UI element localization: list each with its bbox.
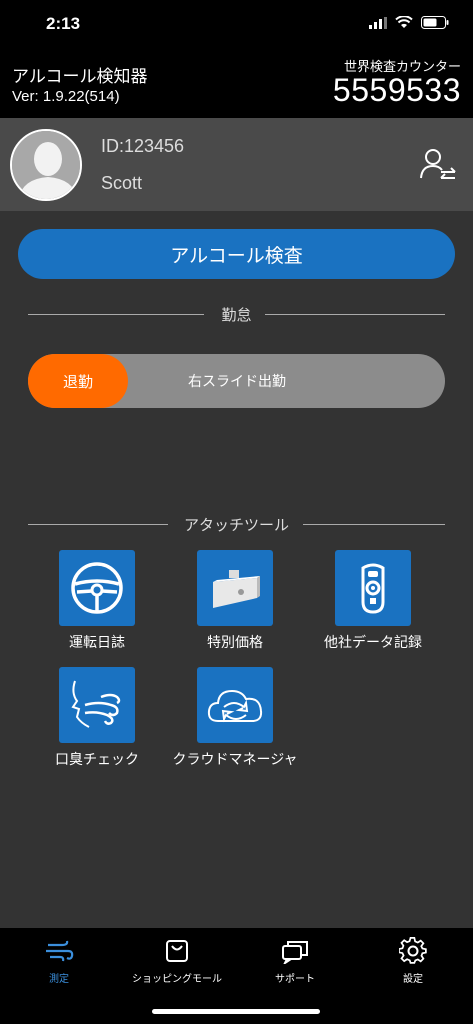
slide-hint: 右スライド出勤 — [188, 374, 286, 390]
tool-label: 他社データ記録 — [324, 635, 422, 651]
tab-bar: 測定 ショッピングモール サポート 設定 — [0, 928, 473, 1024]
tools-divider: アタッチツール — [28, 514, 445, 534]
user-bar: ID:123456 Scott — [0, 118, 473, 211]
tab-shopping-mall[interactable]: ショッピングモール — [118, 936, 236, 985]
app-header: アルコール検知器 Ver: 1.9.22(514) 世界検査カウンター 5559… — [0, 50, 473, 118]
attendance-divider: 勤怠 — [28, 304, 445, 324]
main-content: アルコール検査 勤怠 右スライド出勤 退勤 アタッチツール 運転日誌 特別価格 … — [0, 211, 473, 928]
user-name: Scott — [101, 173, 143, 193]
tool-label: 運転日誌 — [69, 635, 125, 651]
shopping-bag-icon — [166, 940, 188, 962]
status-bar: 2:13 — [0, 0, 473, 50]
breath-icon — [71, 680, 121, 728]
tab-measure[interactable]: 測定 — [0, 936, 118, 985]
tool-driving-log[interactable]: 運転日誌 — [32, 550, 162, 652]
device-icon — [213, 570, 260, 608]
world-counter-value: 5559533 — [332, 72, 461, 108]
tool-label: クラウドマネージャ — [172, 752, 298, 768]
switch-user-icon — [420, 149, 456, 179]
signal-icon — [369, 16, 387, 29]
steering-wheel-icon — [71, 562, 123, 614]
tab-label: ショッピングモール — [132, 974, 222, 985]
wifi-icon — [395, 16, 413, 28]
tool-cloud-manager[interactable]: クラウドマネージャ — [170, 667, 300, 769]
attendance-slider[interactable]: 右スライド出勤 退勤 — [28, 354, 445, 408]
tab-label: 設定 — [403, 974, 423, 985]
tool-special-price[interactable]: 特別価格 — [170, 550, 300, 652]
slider-knob[interactable]: 退勤 — [28, 354, 128, 408]
alcohol-test-button[interactable]: アルコール検査 — [18, 229, 455, 279]
switch-user-button[interactable] — [419, 146, 457, 184]
attendance-section-title: 勤怠 — [221, 306, 252, 324]
tool-breath-check[interactable]: 口臭チェック — [32, 667, 162, 769]
breathalyzer-icon — [361, 563, 385, 614]
battery-icon — [421, 16, 449, 29]
tools-section-title: アタッチツール — [183, 516, 289, 534]
status-icons — [369, 16, 449, 29]
slider-knob-label: 退勤 — [62, 372, 93, 391]
tab-label: サポート — [275, 974, 315, 985]
tab-settings[interactable]: 設定 — [354, 936, 472, 985]
wind-icon — [46, 940, 74, 962]
cloud-sync-icon — [207, 689, 263, 723]
user-id: ID:123456 — [101, 136, 185, 156]
home-indicator[interactable] — [152, 1009, 320, 1014]
tool-other-data-record[interactable]: 他社データ記録 — [308, 550, 438, 652]
avatar[interactable] — [10, 129, 82, 201]
tab-support[interactable]: サポート — [236, 936, 354, 985]
app-version: Ver: 1.9.22(514) — [12, 88, 120, 105]
person-placeholder-icon — [12, 131, 80, 199]
chat-icon — [282, 941, 308, 964]
app-title: アルコール検知器 — [12, 67, 148, 87]
gear-icon — [399, 937, 427, 964]
status-time: 2:13 — [46, 14, 81, 33]
tool-label: 特別価格 — [207, 635, 263, 651]
tool-label: 口臭チェック — [55, 752, 139, 768]
tab-label: 測定 — [49, 974, 69, 985]
